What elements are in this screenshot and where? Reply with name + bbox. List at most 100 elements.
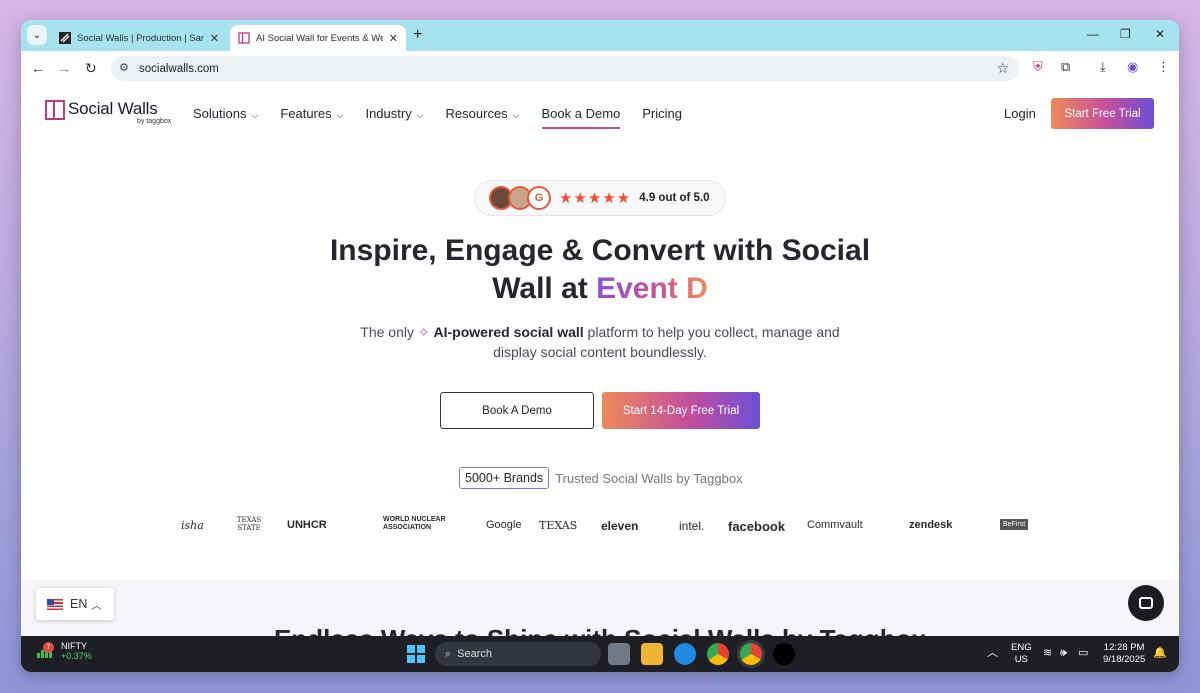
edge-browser-icon[interactable] — [674, 643, 696, 665]
tab-social-walls-sanity[interactable]: Social Walls | Production | Sanit ✕ — [51, 25, 227, 51]
file-explorer-icon[interactable] — [641, 643, 663, 665]
stock-ticker-widget[interactable]: 7 NIFTY +0.37% — [37, 641, 92, 661]
close-tab-icon[interactable]: ✕ — [210, 32, 219, 45]
us-flag-icon — [47, 598, 63, 610]
chrome-icon[interactable] — [707, 643, 729, 665]
hero-subtitle: The only ✧ AI-powered social wall platfo… — [360, 324, 840, 360]
next-section-heading: Endless Ways to Shine with Social Walls … — [21, 624, 1179, 636]
nav-industry[interactable]: Industry ⌵ — [365, 106, 423, 129]
wifi-icon[interactable]: ≋ — [1043, 647, 1052, 659]
hero-title-accent: Event D — [596, 272, 708, 305]
windows-taskbar: 7 NIFTY +0.37% ⌕ Search ︿ ENG US ≋ 🕪 ▭ 12… — [21, 636, 1179, 672]
chevron-up-icon: ︿ — [91, 600, 102, 612]
tab-ai-social-wall[interactable]: AI Social Wall for Events & Web ✕ — [230, 25, 406, 51]
login-link[interactable]: Login — [1004, 106, 1036, 121]
rating-text: 4.9 out of 5.0 — [639, 192, 710, 204]
chart-bars-icon: 7 — [37, 642, 55, 658]
brands-count-badge: 5000+ Brands — [459, 467, 550, 489]
start-free-trial-button[interactable]: Start Free Trial — [1051, 98, 1154, 129]
search-icon: ⌕ — [445, 647, 452, 660]
download-icon[interactable]: ⤓ — [1100, 59, 1106, 75]
chat-widget-button[interactable] — [1128, 585, 1164, 621]
nav-book-a-demo[interactable]: Book a Demo — [541, 106, 621, 129]
task-view-icon[interactable] — [608, 643, 630, 665]
search-placeholder: Search — [457, 648, 493, 660]
logo-zendesk: zendesk — [909, 519, 953, 531]
shield-extension-icon[interactable]: ⛨ — [1033, 59, 1043, 75]
notification-count: 7 — [43, 642, 54, 653]
reload-icon[interactable]: ↻ — [85, 60, 97, 77]
menu-kebab-icon[interactable]: ⋮ — [1157, 59, 1170, 75]
close-tab-icon[interactable]: ✕ — [389, 32, 398, 45]
volume-icon[interactable]: 🕪 — [1060, 647, 1067, 659]
sparkle-icon: ✧ — [417, 324, 430, 340]
logo-facebook: facebook — [728, 519, 786, 534]
restore-icon[interactable]: ❐ — [1120, 27, 1131, 41]
url-text: socialwalls.com — [139, 62, 219, 75]
g2-logo-icon: G — [527, 186, 551, 210]
taskbar-search[interactable]: ⌕ Search — [435, 642, 601, 666]
logo-isha: isha — [181, 519, 204, 532]
tab-strip: ⌄ Social Walls | Production | Sanit ✕ AI… — [21, 20, 1179, 51]
notifications-bell-icon[interactable]: 🔔 — [1153, 647, 1167, 659]
profile-avatar-icon[interactable]: ◉ — [1127, 59, 1138, 75]
bookmark-star-icon[interactable]: ☆ — [996, 60, 1009, 77]
nav-resources[interactable]: Resources ⌵ — [446, 106, 520, 129]
logo-unhcr: UNHCR — [287, 519, 327, 531]
close-window-icon[interactable]: ✕ — [1155, 27, 1165, 41]
book-a-demo-button[interactable]: Book A Demo — [440, 392, 594, 429]
start-14-day-free-trial-button[interactable]: Start 14-Day Free Trial — [602, 392, 760, 429]
browser-toolbar: ← → ↻ ⚙ socialwalls.com ☆ ⛨ ⧉ ⤓ ◉ ⋮ — [21, 51, 1179, 86]
clock[interactable]: 12:28 PM 9/18/2025 — [1103, 642, 1145, 666]
brands-trust-text: Trusted Social Walls by Taggbox — [555, 470, 743, 486]
nav-pricing[interactable]: Pricing — [642, 106, 682, 129]
logo-intel: intel. — [679, 519, 705, 533]
social-walls-favicon-icon — [238, 32, 250, 44]
logo-name: Social Walls — [68, 99, 158, 118]
ticker-change: +0.37% — [61, 651, 92, 661]
sanity-favicon-icon — [59, 32, 71, 44]
language-code: EN — [70, 597, 88, 611]
brands-trust-line: 5000+ Brands Trusted Social Walls by Tag… — [459, 467, 743, 489]
logo-sub: by taggbox — [137, 118, 172, 125]
logo-world-nuclear: WORLD NUCLEAR ASSOCIATION — [383, 516, 446, 531]
windows-start-icon[interactable] — [405, 643, 427, 665]
chevron-down-icon: ⌵ — [251, 110, 259, 120]
address-bar[interactable]: ⚙ socialwalls.com ☆ — [111, 56, 1019, 81]
rating-badge: G ★★★★★ 4.9 out of 5.0 — [474, 180, 726, 216]
chat-bubble-icon — [1139, 597, 1153, 609]
language-selector[interactable]: EN ︿ — [36, 588, 114, 620]
hero-title: Inspire, Engage & Convert with Social Wa… — [329, 234, 871, 305]
logo-google: Google — [486, 519, 522, 531]
tray-chevron-up-icon[interactable]: ︿ — [987, 647, 998, 659]
logo-commvault: Commvault — [807, 519, 863, 531]
tab-search-button[interactable]: ⌄ — [27, 25, 47, 45]
battery-icon[interactable]: ▭ — [1078, 647, 1088, 659]
logo-mark-icon — [45, 100, 65, 120]
ticker-name: NIFTY — [61, 641, 87, 651]
site-info-icon[interactable]: ⚙ — [119, 61, 129, 74]
main-nav: Solutions ⌵ Features ⌵ Industry ⌵ Resources… — [193, 106, 704, 129]
rating-stars: ★★★★★ — [559, 190, 632, 207]
nav-features[interactable]: Features ⌵ — [280, 106, 343, 129]
chevron-down-icon: ⌵ — [336, 110, 344, 120]
minimize-icon[interactable]: — — [1087, 27, 1099, 41]
tab-title: Social Walls | Production | Sanit — [77, 32, 204, 44]
tab-title: AI Social Wall for Events & Web — [256, 32, 383, 44]
new-tab-plus-icon[interactable]: + — [413, 26, 422, 44]
logo-texas: TEXAS — [539, 519, 578, 532]
upwork-icon[interactable] — [773, 643, 795, 665]
logo-eleven: eleven — [601, 519, 639, 533]
logo-befirst: BeFirst — [1000, 519, 1029, 530]
logo-texas-state: TEXAS STATE — [236, 516, 262, 532]
forward-arrow-icon[interactable]: → — [57, 60, 71, 76]
browser-window: ⌄ Social Walls | Production | Sanit ✕ AI… — [21, 20, 1179, 672]
extensions-puzzle-icon[interactable]: ⧉ — [1061, 59, 1070, 75]
chevron-down-icon: ⌵ — [512, 110, 520, 120]
back-arrow-icon[interactable]: ← — [31, 60, 45, 76]
social-walls-logo[interactable]: Social Walls by taggbox — [45, 99, 171, 125]
input-language-indicator[interactable]: ENG US — [1011, 642, 1032, 666]
chrome-active-icon[interactable] — [740, 643, 762, 665]
nav-solutions[interactable]: Solutions ⌵ — [193, 106, 258, 129]
chevron-down-icon: ⌵ — [416, 110, 424, 120]
